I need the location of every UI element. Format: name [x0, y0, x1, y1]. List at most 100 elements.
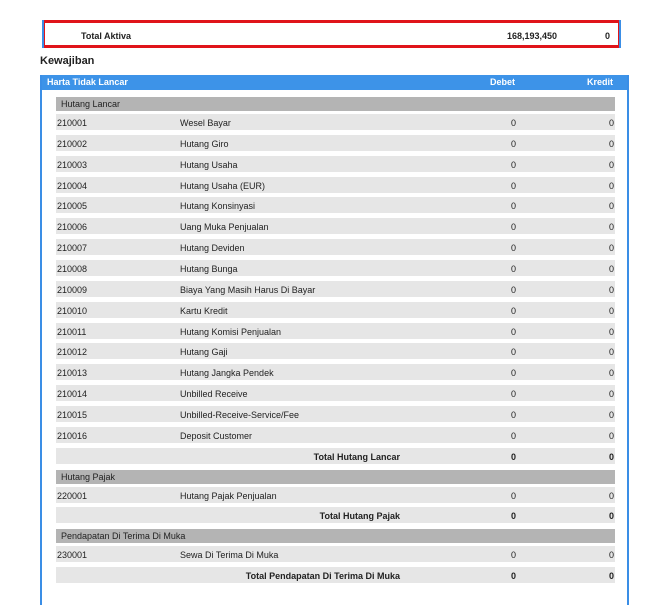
- kredit-value: 0: [608, 222, 614, 233]
- account-code: 210013: [57, 368, 88, 379]
- debet-value: 0: [510, 389, 516, 400]
- table-row: 230001 Sewa Di Terima Di Muka 0 0: [56, 546, 615, 563]
- account-name: Hutang Deviden: [180, 243, 245, 254]
- table-row: 210008 Hutang Bunga 0 0: [56, 259, 615, 276]
- group-total-row: Total Hutang Lancar 0 0: [56, 447, 615, 464]
- debet-value: 0: [510, 263, 516, 274]
- group-label: Hutang Pajak: [61, 471, 116, 482]
- group-total-kredit: 0: [608, 511, 614, 522]
- account-name: Uang Muka Penjualan: [180, 222, 269, 233]
- debet-value: 0: [510, 550, 516, 561]
- debet-value: 0: [510, 409, 516, 420]
- account-name: Hutang Usaha (EUR): [180, 180, 266, 191]
- debet-value: 0: [510, 138, 516, 149]
- debet-value: 0: [510, 430, 516, 441]
- account-code: 210015: [57, 409, 88, 420]
- section-title-kewajiban: Kewajiban: [40, 55, 95, 67]
- account-code: 210016: [57, 430, 88, 441]
- group-total-kredit: 0: [608, 571, 614, 582]
- debet-value: 0: [510, 118, 516, 128]
- account-code: 210001: [57, 118, 88, 128]
- group-total-kredit: 0: [608, 451, 614, 462]
- kredit-value: 0: [608, 118, 614, 128]
- kredit-value: 0: [608, 430, 614, 441]
- header-kredit: Kredit: [586, 77, 613, 87]
- kredit-value: 0: [608, 284, 614, 295]
- debet-value: 0: [510, 243, 516, 254]
- account-code: 230001: [57, 550, 88, 561]
- table-row: 210004 Hutang Usaha (EUR) 0 0: [56, 176, 615, 193]
- group-header: Hutang Pajak: [56, 469, 615, 484]
- table-row: 210014 Unbilled Receive 0 0: [56, 385, 615, 402]
- kredit-value: 0: [608, 409, 614, 420]
- debet-value: 0: [510, 490, 516, 501]
- table-row: 210005 Hutang Konsinyasi 0 0: [56, 197, 615, 214]
- group-total-debet: 0: [510, 511, 516, 522]
- table-row: 210009 Biaya Yang Masih Harus Di Bayar 0 0: [56, 280, 615, 297]
- kredit-value: 0: [608, 550, 614, 561]
- group-label: Pendapatan Di Terima Di Muka: [61, 531, 186, 542]
- account-name: Kartu Kredit: [180, 305, 228, 316]
- group-total-debet: 0: [510, 571, 516, 582]
- group-total-debet: 0: [510, 451, 516, 462]
- account-code: 210012: [57, 347, 88, 358]
- account-code: 210010: [57, 305, 88, 316]
- header-name: Harta Tidak Lancar: [47, 77, 128, 87]
- account-name: Unbilled Receive: [180, 389, 248, 400]
- kredit-value: 0: [608, 180, 614, 191]
- debet-value: 0: [510, 368, 516, 379]
- total-aktiva-kredit: 0: [604, 31, 610, 41]
- group-total-label: Total Hutang Pajak: [319, 511, 400, 522]
- debet-value: 0: [510, 284, 516, 295]
- account-code: 210006: [57, 222, 88, 233]
- table-row: 210011 Hutang Komisi Penjualan 0 0: [56, 322, 615, 339]
- kredit-value: 0: [608, 326, 614, 337]
- debet-value: 0: [510, 180, 516, 191]
- total-aktiva-label: Total Aktiva: [81, 31, 132, 41]
- account-name: Hutang Konsinyasi: [180, 201, 256, 212]
- kewajiban-panel: Harta Tidak Lancar Debet Kredit Hutang L…: [40, 75, 629, 605]
- kredit-value: 0: [608, 201, 614, 212]
- account-code: 210008: [57, 263, 88, 274]
- table-row: 210012 Hutang Gaji 0 0: [56, 343, 615, 360]
- kredit-value: 0: [608, 138, 614, 149]
- account-name: Deposit Customer: [180, 430, 253, 441]
- table-row: 220001 Hutang Pajak Penjualan 0 0: [56, 486, 615, 503]
- table-row: 210003 Hutang Usaha 0 0: [56, 155, 615, 172]
- account-name: Hutang Bunga: [180, 263, 238, 274]
- debet-value: 0: [510, 201, 516, 212]
- account-name: Hutang Jangka Pendek: [180, 368, 274, 379]
- account-name: Unbilled-Receive-Service/Fee: [180, 409, 300, 420]
- debet-value: 0: [510, 222, 516, 233]
- table-row: 210001 Wesel Bayar 0 0: [56, 114, 615, 130]
- kredit-value: 0: [608, 263, 614, 274]
- panel-header: Harta Tidak Lancar Debet Kredit: [42, 75, 627, 90]
- account-code: 210003: [57, 159, 88, 170]
- account-code: 210005: [57, 201, 88, 212]
- kredit-value: 0: [608, 490, 614, 501]
- debet-value: 0: [510, 159, 516, 170]
- group-total-row: Total Pendapatan Di Terima Di Muka 0 0: [56, 567, 615, 584]
- group-total-row: Total Hutang Pajak 0 0: [56, 507, 615, 524]
- total-aktiva-debet: 168,193,450: [506, 31, 557, 41]
- row-left-border: [42, 20, 44, 48]
- account-code: 210007: [57, 243, 88, 254]
- account-name: Sewa Di Terima Di Muka: [180, 550, 279, 561]
- group-total-label: Total Hutang Lancar: [313, 451, 400, 462]
- account-name: Hutang Pajak Penjualan: [180, 490, 277, 501]
- kredit-value: 0: [608, 389, 614, 400]
- row-right-border: [619, 20, 621, 48]
- table-row: 210006 Uang Muka Penjualan 0 0: [56, 218, 615, 235]
- kredit-value: 0: [608, 347, 614, 358]
- table-row: 210002 Hutang Giro 0 0: [56, 134, 615, 151]
- debet-value: 0: [510, 347, 516, 358]
- debet-value: 0: [510, 305, 516, 316]
- header-debet: Debet: [490, 77, 516, 87]
- table-row: 210016 Deposit Customer 0 0: [56, 426, 615, 443]
- account-name: Biaya Yang Masih Harus Di Bayar: [180, 284, 316, 295]
- account-code: 210002: [57, 138, 88, 149]
- group-header: Hutang Lancar: [56, 97, 615, 111]
- table-row: 210007 Hutang Deviden 0 0: [56, 239, 615, 256]
- account-code: 210011: [57, 326, 87, 337]
- debet-value: 0: [510, 326, 516, 337]
